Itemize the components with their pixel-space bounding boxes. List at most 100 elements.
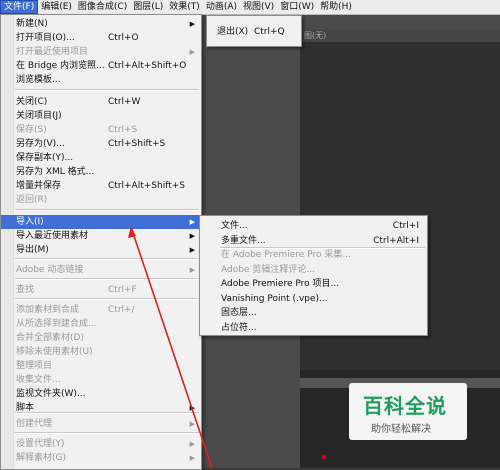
- submenu-arrow-icon: ▶: [189, 266, 195, 274]
- menu-item-shortcut: Ctrl+Alt+I: [373, 235, 419, 246]
- import-menu-item[interactable]: 占位符...: [200, 321, 427, 335]
- file-menu-item[interactable]: 另存为(V)... Ctrl+Shift+S: [1, 137, 201, 151]
- menu-item-label: 创建代理: [16, 419, 53, 429]
- menu-view[interactable]: 视图(V): [240, 0, 277, 14]
- import-menu-item[interactable]: 文件... Ctrl+I: [200, 219, 427, 233]
- file-menu-item[interactable]: 新建(N) ▶: [1, 17, 201, 31]
- file-menu-item[interactable]: 导出(M) ▶: [1, 243, 201, 257]
- composition-panel-title: 图(无): [300, 30, 500, 42]
- menu-animation[interactable]: 动画(A): [203, 0, 240, 14]
- file-menu-item[interactable]: 关闭(C) Ctrl+W: [1, 95, 201, 109]
- file-menu-item[interactable]: 另存为 XML 格式...: [1, 165, 201, 179]
- menu-item-label: 导出(M): [16, 245, 49, 255]
- exit-item[interactable]: 退出(X) Ctrl+Q: [217, 24, 285, 37]
- menu-item-label: 从所选择到建合成...: [16, 319, 97, 329]
- menu-separator: [15, 412, 199, 414]
- menu-item-shortcut: Ctrl+Alt+Shift+S: [108, 181, 185, 191]
- menu-item-label: 保存(S): [16, 125, 47, 135]
- import-menu-item[interactable]: Adobe Premiere Pro 项目...: [200, 277, 427, 291]
- exit-label: 退出(X): [217, 27, 249, 37]
- menu-layer[interactable]: 图层(L): [130, 0, 166, 14]
- import-submenu: 文件... Ctrl+I 多重文件... Ctrl+Alt+I 在 Adobe Prem…: [199, 215, 428, 336]
- file-menu-item[interactable]: 监视文件夹(W)...: [1, 387, 201, 401]
- file-menu: 新建(N) ▶ 打开项目(O)... Ctrl+O 打开最近使用项目 ▶ 在 Bridge …: [0, 14, 202, 470]
- submenu-arrow-icon: ▶: [189, 232, 195, 240]
- file-menu-item: 设置代理(Y) ▶: [1, 437, 201, 451]
- file-menu-item[interactable]: 关闭项目(J): [1, 109, 201, 123]
- submenu-arrow-icon: ▶: [189, 246, 195, 254]
- menu-item-label: 打开最近使用项目: [16, 47, 89, 57]
- file-menu-item: 收集文件...: [1, 373, 201, 387]
- import-menu-item[interactable]: 多重文件... Ctrl+Alt+I: [200, 234, 427, 248]
- menu-separator: [15, 278, 199, 280]
- file-menu-item[interactable]: 保存副本(Y)...: [1, 151, 201, 165]
- file-menu-item[interactable]: 增量并保存 Ctrl+Alt+Shift+S: [1, 179, 201, 193]
- watermark-logo: 百科全说 助你轻松解决: [349, 383, 467, 440]
- menu-item-label: 合并全部素材(D): [16, 333, 84, 343]
- menu-separator: [220, 247, 425, 249]
- menu-item-label: 在 Bridge 内浏览照...: [16, 61, 105, 71]
- file-menu-item: Adobe 动态链接 ▶: [1, 263, 201, 277]
- watermark-subtitle: 助你轻松解决: [371, 424, 431, 435]
- menubar: 文件(F) 编辑(E) 图像合成(C) 图层(L) 效果(T) 动画(A) 视图…: [0, 0, 500, 15]
- file-menu-item: 保存(S) Ctrl+S: [1, 123, 201, 137]
- menu-item-label: 收集文件...: [16, 375, 61, 385]
- menu-separator: [15, 432, 199, 434]
- menu-item-shortcut: Ctrl+W: [108, 97, 141, 107]
- submenu-arrow-icon: ▶: [189, 20, 195, 28]
- submenu-arrow-icon: ▶: [189, 420, 195, 428]
- menu-item-label: 返回(R): [16, 195, 48, 205]
- menu-item-label: 整理项目: [16, 361, 53, 371]
- menu-item-label: 关闭(C): [16, 97, 48, 107]
- file-menu-item: 移除未使用素材(U): [1, 345, 201, 359]
- menu-item-shortcut: Ctrl+O: [108, 33, 139, 43]
- menu-help[interactable]: 帮助(H): [317, 0, 355, 14]
- file-menu-item[interactable]: 导入(I) ▶: [1, 215, 201, 229]
- file-menu-item: 解释素材(G) ▶: [1, 451, 201, 465]
- timeline-marker: [322, 455, 326, 459]
- menu-item-shortcut: Ctrl+S: [108, 125, 138, 135]
- file-menu-item[interactable]: 导入最近使用素材 ▶: [1, 229, 201, 243]
- menu-separator: [15, 258, 199, 260]
- menu-item-shortcut: Ctrl+Alt+Shift+O: [108, 61, 187, 71]
- file-menu-item: 查找 Ctrl+F: [1, 283, 201, 297]
- file-menu-item[interactable]: 浏览模板...: [1, 73, 201, 87]
- menu-item-label: 打开项目(O)...: [16, 33, 75, 43]
- file-menu-item[interactable]: 在 Bridge 内浏览照... Ctrl+Alt+Shift+O: [1, 59, 201, 73]
- watermark-title: 百科全说: [363, 394, 447, 418]
- menu-item-label: Adobe Premiere Pro 项目...: [221, 279, 340, 289]
- file-menu-item: 合并全部素材(D): [1, 331, 201, 345]
- menu-item-label: 另存为 XML 格式...: [16, 167, 95, 177]
- menu-separator: [15, 209, 199, 211]
- menu-edit[interactable]: 编辑(E): [38, 0, 75, 14]
- file-menu-item: 返回(R): [1, 193, 201, 207]
- file-menu-item: 打开最近使用项目 ▶: [1, 45, 201, 59]
- menu-item-label: 占位符...: [221, 322, 257, 333]
- menu-item-label: 设置代理(Y): [16, 439, 65, 449]
- menu-effect[interactable]: 效果(T): [166, 0, 203, 14]
- submenu-arrow-icon: ▶: [189, 48, 195, 56]
- menu-item-label: 在 Adobe Premiere Pro 采集...: [221, 250, 351, 260]
- file-menu-item[interactable]: 打开项目(O)... Ctrl+O: [1, 31, 201, 45]
- menu-window[interactable]: 窗口(W): [277, 0, 317, 14]
- menu-separator: [15, 89, 199, 91]
- menu-item-label: 添加素材到合成: [16, 305, 80, 315]
- menu-composition[interactable]: 图像合成(C): [75, 0, 130, 14]
- import-menu-item[interactable]: Vanishing Point (.vpe)...: [200, 292, 427, 306]
- file-menu-item: 整理项目: [1, 359, 201, 373]
- menu-item-label: 监视文件夹(W)...: [16, 389, 86, 399]
- menu-item-label: 解释素材(G): [16, 453, 66, 463]
- menu-item-label: 多重文件...: [221, 235, 266, 246]
- menu-item-label: Adobe 动态链接: [16, 265, 84, 275]
- menu-item-shortcut: Ctrl+/: [108, 305, 135, 315]
- submenu-arrow-icon: ▶: [189, 454, 195, 462]
- menu-item-label: 新建(N): [16, 19, 48, 29]
- menu-item-label: Adobe 剪辑注释评论...: [221, 264, 315, 275]
- menu-item-label: 保存副本(Y)...: [16, 153, 74, 163]
- menu-item-label: 导入(I): [16, 217, 44, 227]
- submenu-arrow-icon: ▶: [189, 440, 195, 448]
- menu-file[interactable]: 文件(F): [0, 0, 39, 14]
- import-menu-item[interactable]: 固态层...: [200, 306, 427, 320]
- menu-item-label: 另存为(V)...: [16, 139, 65, 149]
- menu-item-label: 文件...: [221, 221, 248, 231]
